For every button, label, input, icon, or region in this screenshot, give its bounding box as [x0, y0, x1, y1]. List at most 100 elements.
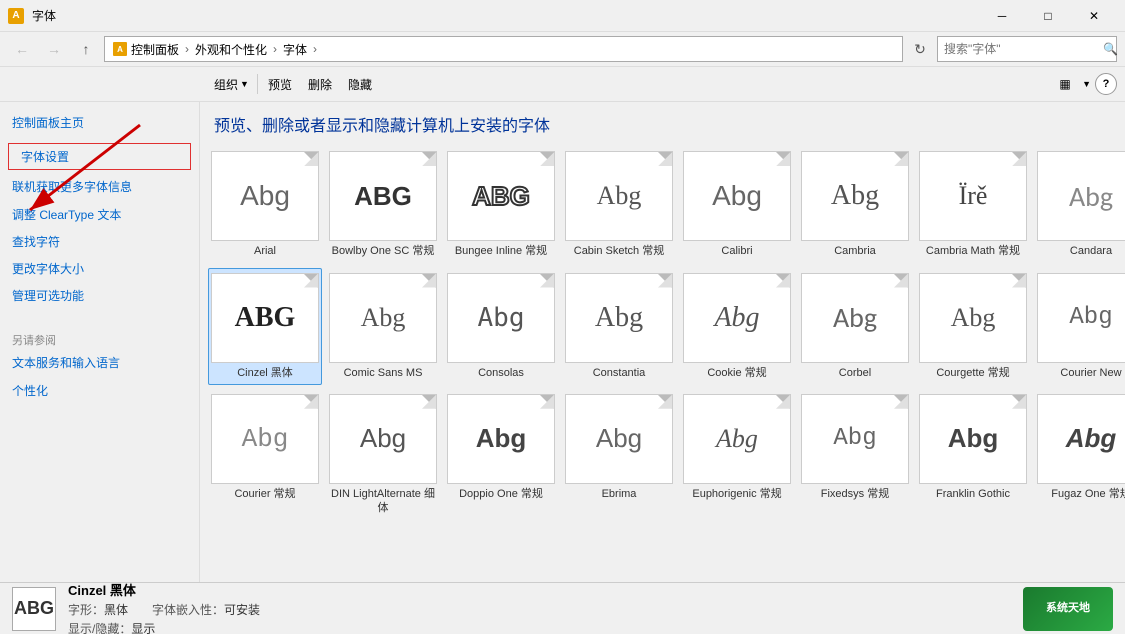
font-grid: AbgArialABGBowlby One SC 常规 ABG Bungee Inl… [208, 146, 1117, 520]
font-name-label: Fugaz One 常规 [1051, 487, 1125, 501]
font-item[interactable]: Abg Courier 常规 [208, 389, 322, 521]
font-grid-scroll[interactable]: AbgArialABGBowlby One SC 常规 ABG Bungee Inl… [200, 142, 1125, 582]
address-box[interactable]: A 控制面板 › 外观和个性化 › 字体 › [104, 36, 903, 62]
font-preview-text: ABG [472, 181, 530, 212]
font-preview-text: Abg [595, 302, 643, 334]
sidebar: 控制面板主页 字体设置 联机获取更多字体信息 调整 ClearType 文本 查… [0, 102, 200, 582]
sidebar-text-services-link[interactable]: 文本服务和输入语言 [0, 350, 199, 377]
font-item[interactable]: ABG Bungee Inline 常规 [444, 146, 558, 263]
content-title: 预览、删除或者显示和隐藏计算机上安装的字体 [214, 112, 1111, 136]
font-preview-text: Abg [240, 180, 290, 212]
font-preview-text: Abg [1066, 423, 1117, 454]
font-item[interactable]: AbgEuphorigenic 常规 [680, 389, 794, 521]
font-item[interactable]: AbgCorbel [798, 268, 912, 385]
refresh-button[interactable]: ↻ [907, 36, 933, 62]
back-button[interactable]: ← [8, 36, 36, 62]
font-preview-text: Abg [716, 424, 758, 454]
forward-button[interactable]: → [40, 36, 68, 62]
font-item[interactable]: AbgFranklin Gothic [916, 389, 1030, 521]
search-box[interactable]: 🔍 [937, 36, 1117, 62]
delete-button[interactable]: 删除 [300, 71, 340, 97]
organize-button[interactable]: 组织 ▼ [208, 71, 255, 97]
font-item[interactable]: Abg Fugaz One 常规 [1034, 389, 1125, 521]
status-bar: ABG Cinzel 黑体 字形：黑体 字体嵌入性：可安装 显示/隐藏：显示 系… [0, 582, 1125, 634]
help-button[interactable]: ? [1095, 73, 1117, 95]
font-preview-text: Abg [478, 303, 525, 333]
font-item[interactable]: Abg Calibri [680, 146, 794, 263]
embed-value: 可安装 [224, 603, 260, 617]
font-name-label: Candara [1070, 244, 1112, 258]
font-item[interactable]: Abg Fixedsys 常规 [798, 389, 912, 521]
window-controls: ─ □ ✕ [979, 0, 1117, 32]
breadcrumb-1: 控制面板 [131, 41, 179, 58]
font-name-label: Constantia [593, 366, 646, 380]
font-item[interactable]: AbgCambria [798, 146, 912, 263]
sidebar-font-settings-link[interactable]: 字体设置 [8, 143, 191, 170]
font-preview-text: Abg [951, 303, 996, 333]
font-name-label: Cabin Sketch 常规 [574, 244, 664, 258]
toolbar: 组织 ▼ 预览 删除 隐藏 ▦ ▼ ? [0, 67, 1125, 102]
font-name-label: Cookie 常规 [707, 366, 766, 380]
font-item[interactable]: Abg Constantia [562, 268, 676, 385]
font-name-label: Fixedsys 常规 [821, 487, 889, 501]
breadcrumb-2: 外观和个性化 [195, 41, 267, 58]
app-icon: A [8, 8, 24, 24]
hide-button[interactable]: 隐藏 [340, 71, 380, 97]
search-input[interactable] [944, 42, 1099, 56]
also-see-heading: 另请参阅 [0, 326, 199, 350]
maximize-button[interactable]: □ [1025, 0, 1071, 32]
font-name-label: Cinzel 黑体 [237, 366, 293, 380]
font-preview-text: Ïrě [959, 181, 988, 211]
form-label: 字形： [68, 603, 104, 617]
font-item[interactable]: ABG Cinzel 黑体 [208, 268, 322, 385]
sidebar-optional-features-link[interactable]: 管理可选功能 [0, 283, 199, 310]
close-button[interactable]: ✕ [1071, 0, 1117, 32]
status-font-name: Cinzel 黑体 [68, 580, 260, 599]
font-item[interactable]: AbgDoppio One 常规 [444, 389, 558, 521]
font-preview-text: ABG [235, 302, 296, 334]
sidebar-cleartype-link[interactable]: 调整 ClearType 文本 [0, 202, 199, 229]
address-bar: ← → ↑ A 控制面板 › 外观和个性化 › 字体 › ↻ 🔍 [0, 32, 1125, 67]
font-name-label: Courier 常规 [234, 487, 295, 501]
font-name-label: Consolas [478, 366, 524, 380]
status-show-hide-row: 显示/隐藏：显示 [68, 620, 260, 634]
font-item[interactable]: AbgDIN LightAlternate 细体 [326, 389, 440, 521]
form-value: 黑体 [104, 603, 128, 617]
content-header: 预览、删除或者显示和隐藏计算机上安装的字体 [200, 102, 1125, 142]
font-item[interactable]: Abg Cookie 常规 [680, 268, 794, 385]
font-name-label: DIN LightAlternate 细体 [329, 487, 437, 516]
font-preview-text: Abg [833, 425, 876, 452]
toolbar-separator [257, 74, 258, 94]
font-preview-text: Abg [712, 180, 762, 212]
preview-button[interactable]: 预览 [260, 71, 300, 97]
view-options-button[interactable]: ▦ [1052, 71, 1078, 97]
status-preview: ABG [12, 587, 56, 631]
sidebar-home-link[interactable]: 控制面板主页 [0, 110, 199, 137]
font-name-label: Bungee Inline 常规 [455, 244, 547, 258]
font-item[interactable]: Abg Consolas [444, 268, 558, 385]
font-item[interactable]: ÏrěCambria Math 常规 [916, 146, 1030, 263]
sidebar-online-fonts-link[interactable]: 联机获取更多字体信息 [0, 174, 199, 201]
minimize-button[interactable]: ─ [979, 0, 1025, 32]
search-icon[interactable]: 🔍 [1103, 42, 1118, 56]
font-preview-text: Abg [714, 302, 759, 334]
font-preview-text: Abg [476, 423, 527, 454]
font-item[interactable]: AbgComic Sans MS [326, 268, 440, 385]
font-item[interactable]: AbgArial [208, 146, 322, 263]
show-hide-label: 显示/隐藏： [68, 622, 131, 634]
font-item[interactable]: Abg Cabin Sketch 常规 [562, 146, 676, 263]
font-preview-text: Abg [361, 303, 406, 333]
font-item[interactable]: AbgCourgette 常规 [916, 268, 1030, 385]
font-preview-text: Abg [242, 424, 289, 454]
up-button[interactable]: ↑ [72, 36, 100, 62]
font-item[interactable]: ABGBowlby One SC 常规 [326, 146, 440, 263]
sidebar-font-size-link[interactable]: 更改字体大小 [0, 256, 199, 283]
font-preview-text: Abg [597, 181, 642, 211]
sidebar-find-char-link[interactable]: 查找字符 [0, 229, 199, 256]
font-item[interactable]: AbgCandara [1034, 146, 1125, 263]
font-name-label: Calibri [721, 244, 752, 258]
breadcrumb-3: 字体 [283, 41, 307, 58]
font-item[interactable]: AbgCourier New [1034, 268, 1125, 385]
font-item[interactable]: AbgEbrima [562, 389, 676, 521]
sidebar-personalization-link[interactable]: 个性化 [0, 378, 199, 405]
